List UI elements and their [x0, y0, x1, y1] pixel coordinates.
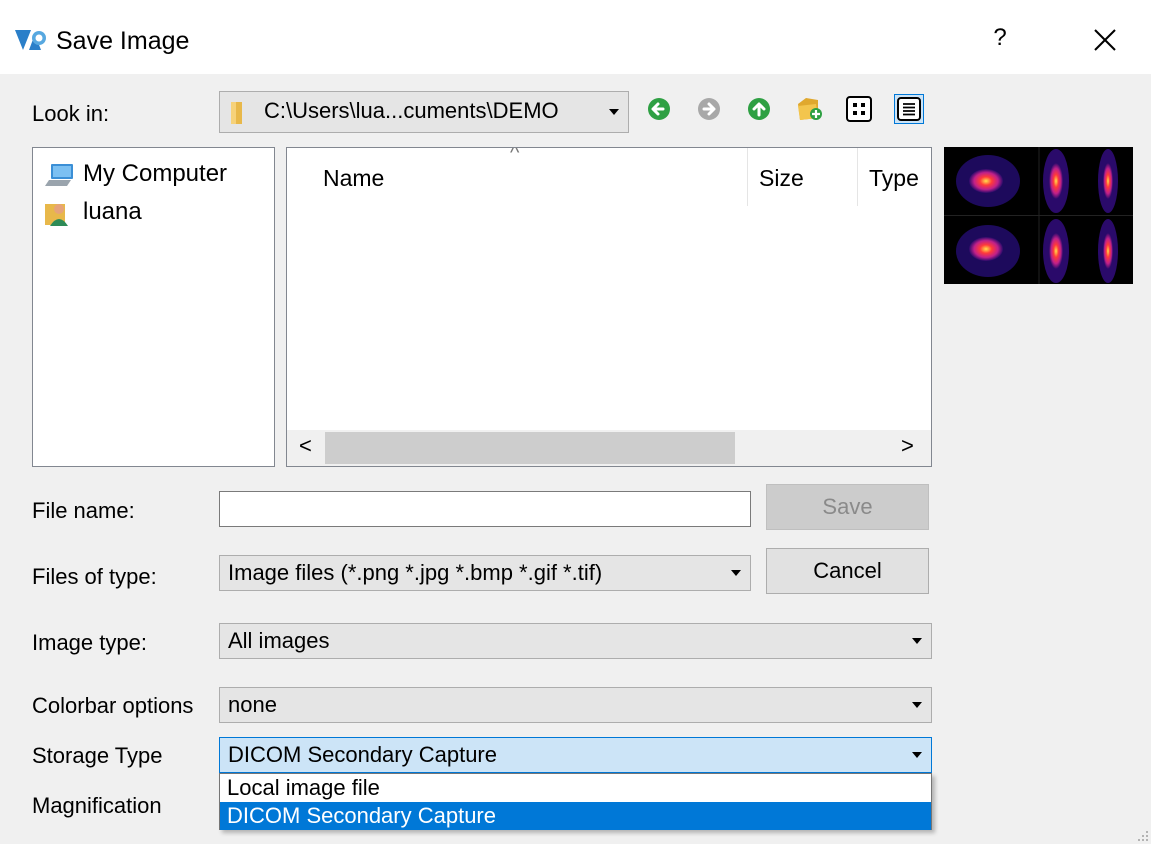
sidebar-item-label: luana — [83, 198, 142, 225]
files-of-type-label: Files of type: — [32, 564, 157, 589]
window-title: Save Image — [56, 27, 190, 55]
sidebar-item-label: My Computer — [83, 160, 228, 187]
image-preview — [944, 147, 1133, 284]
detail-view-icon[interactable] — [894, 94, 924, 124]
image-type-combo[interactable]: All images — [219, 623, 932, 659]
back-icon[interactable] — [644, 94, 674, 124]
column-separator — [857, 148, 858, 206]
resize-grip-icon[interactable] — [1137, 830, 1149, 842]
files-of-type-value: Image files (*.png *.jpg *.bmp *.gif *.t… — [228, 560, 603, 585]
cancel-button[interactable]: Cancel — [766, 548, 929, 594]
look-in-path: C:\Users\lua...cuments\DEMO — [264, 98, 559, 123]
file-name-label: File name: — [32, 498, 135, 523]
save-image-dialog: Save Image ? Look in: C:\Users\lua...cum… — [0, 0, 1151, 844]
image-type-value: All images — [228, 628, 330, 653]
close-icon[interactable] — [1092, 27, 1118, 53]
look-in-combo[interactable]: C:\Users\lua...cuments\DEMO — [219, 91, 629, 133]
save-button[interactable]: Save — [766, 484, 929, 530]
sidebar: My Computer luana — [32, 147, 275, 467]
scroll-right-icon[interactable]: > — [901, 433, 914, 459]
colorbar-options-combo[interactable]: none — [219, 687, 932, 723]
help-button[interactable]: ? — [988, 24, 1012, 52]
chevron-down-icon — [609, 109, 619, 115]
chevron-down-icon — [912, 752, 922, 758]
magnification-label: Magnification — [32, 793, 162, 818]
storage-type-label: Storage Type — [32, 743, 163, 768]
storage-type-value: DICOM Secondary Capture — [228, 742, 497, 767]
files-of-type-combo[interactable]: Image files (*.png *.jpg *.bmp *.gif *.t… — [219, 555, 751, 591]
storage-type-combo[interactable]: DICOM Secondary Capture — [219, 737, 932, 773]
forward-icon[interactable] — [694, 94, 724, 124]
sort-indicator: ^ — [510, 147, 520, 164]
column-separator — [747, 148, 748, 206]
look-in-label: Look in: — [32, 101, 110, 126]
new-folder-icon[interactable] — [794, 94, 824, 124]
dropdown-option-dicom-secondary-capture[interactable]: DICOM Secondary Capture — [220, 802, 931, 830]
list-view-icon[interactable] — [844, 94, 874, 124]
user-icon — [45, 204, 68, 226]
folder-icon — [231, 102, 242, 124]
file-list[interactable]: ^ Name Size Type < > — [286, 147, 932, 467]
image-type-label: Image type: — [32, 630, 147, 655]
scrollbar-thumb[interactable] — [325, 432, 735, 464]
file-name-input[interactable] — [219, 491, 751, 527]
computer-icon — [45, 164, 73, 186]
dropdown-option-local-image-file[interactable]: Local image file — [220, 774, 931, 802]
up-folder-icon[interactable] — [744, 94, 774, 124]
app-logo-icon — [15, 30, 46, 50]
colorbar-options-value: none — [228, 692, 277, 717]
title-bar: Save Image ? — [0, 0, 1151, 74]
horizontal-scrollbar[interactable]: < > — [287, 430, 931, 466]
scroll-left-icon[interactable]: < — [299, 433, 312, 459]
storage-type-dropdown: Local image file DICOM Secondary Capture — [219, 773, 932, 830]
chevron-down-icon — [912, 702, 922, 708]
colorbar-options-label: Colorbar options — [32, 693, 194, 718]
chevron-down-icon — [912, 638, 922, 644]
column-header-name[interactable]: Name — [323, 162, 384, 194]
chevron-down-icon — [731, 570, 741, 576]
column-header-size[interactable]: Size — [759, 162, 804, 194]
column-header-type[interactable]: Type — [869, 162, 919, 194]
